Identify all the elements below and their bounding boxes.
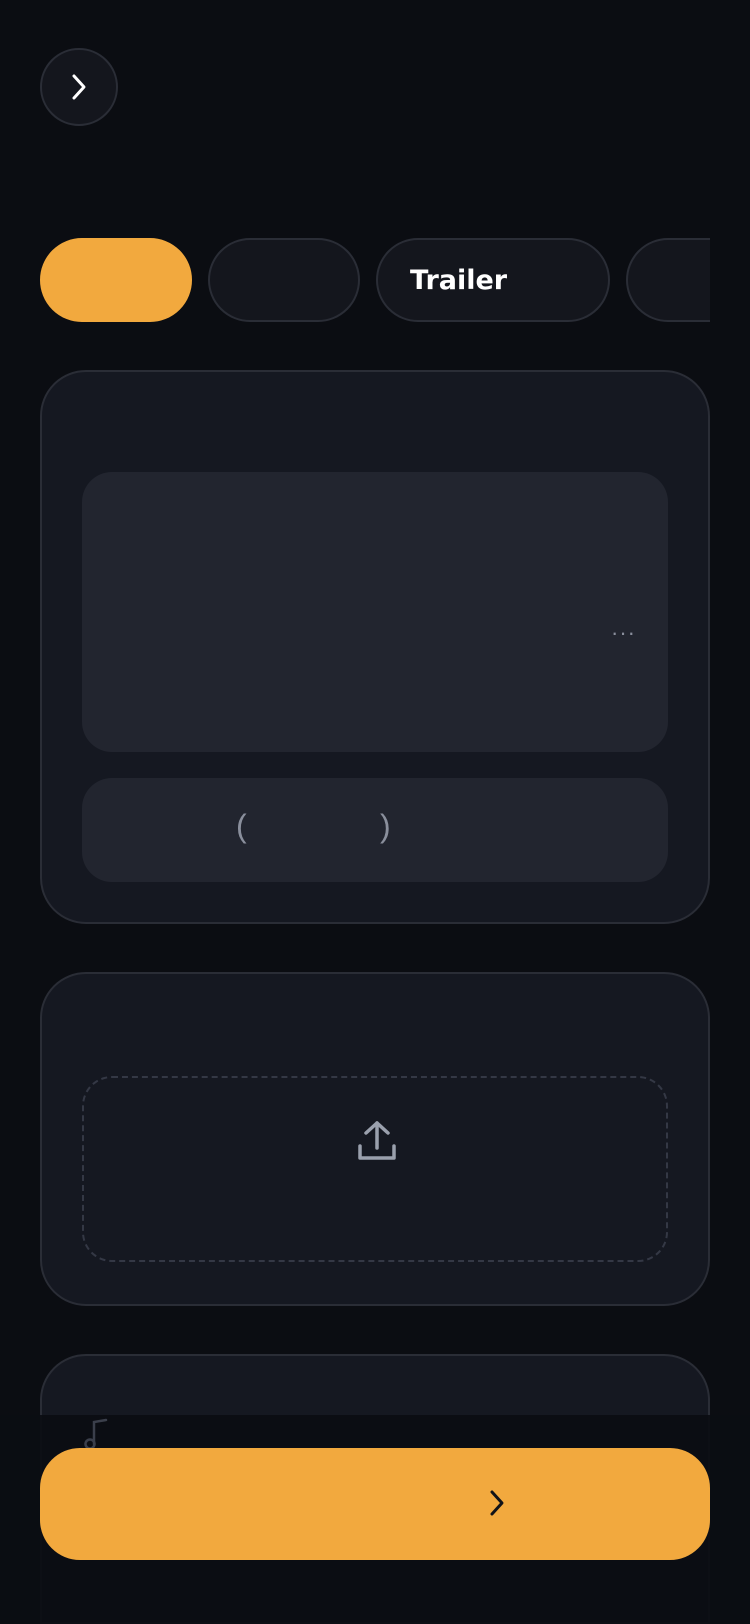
tab-1[interactable] bbox=[40, 238, 192, 322]
chevron-right-icon bbox=[490, 1490, 504, 1516]
tab-4[interactable] bbox=[626, 238, 710, 322]
media-preview[interactable]: ··· bbox=[82, 472, 668, 752]
upload-card bbox=[40, 972, 710, 1306]
continue-button[interactable] bbox=[40, 1448, 710, 1560]
media-info-row[interactable]: ( ) bbox=[82, 778, 668, 882]
back-button[interactable] bbox=[40, 48, 118, 126]
more-dots-icon[interactable]: ··· bbox=[611, 622, 636, 644]
music-note-icon bbox=[84, 1418, 108, 1450]
chevron-right-icon bbox=[72, 74, 86, 100]
upload-dropzone[interactable] bbox=[82, 1076, 668, 1262]
media-card: ··· ( ) bbox=[40, 370, 710, 924]
upload-icon bbox=[358, 1121, 396, 1160]
tab-bar: Trailer bbox=[40, 238, 710, 322]
tab-trailer[interactable]: Trailer bbox=[376, 238, 610, 322]
info-close-paren: ) bbox=[380, 808, 391, 844]
info-open-paren: ( bbox=[236, 808, 247, 844]
tab-2[interactable] bbox=[208, 238, 360, 322]
